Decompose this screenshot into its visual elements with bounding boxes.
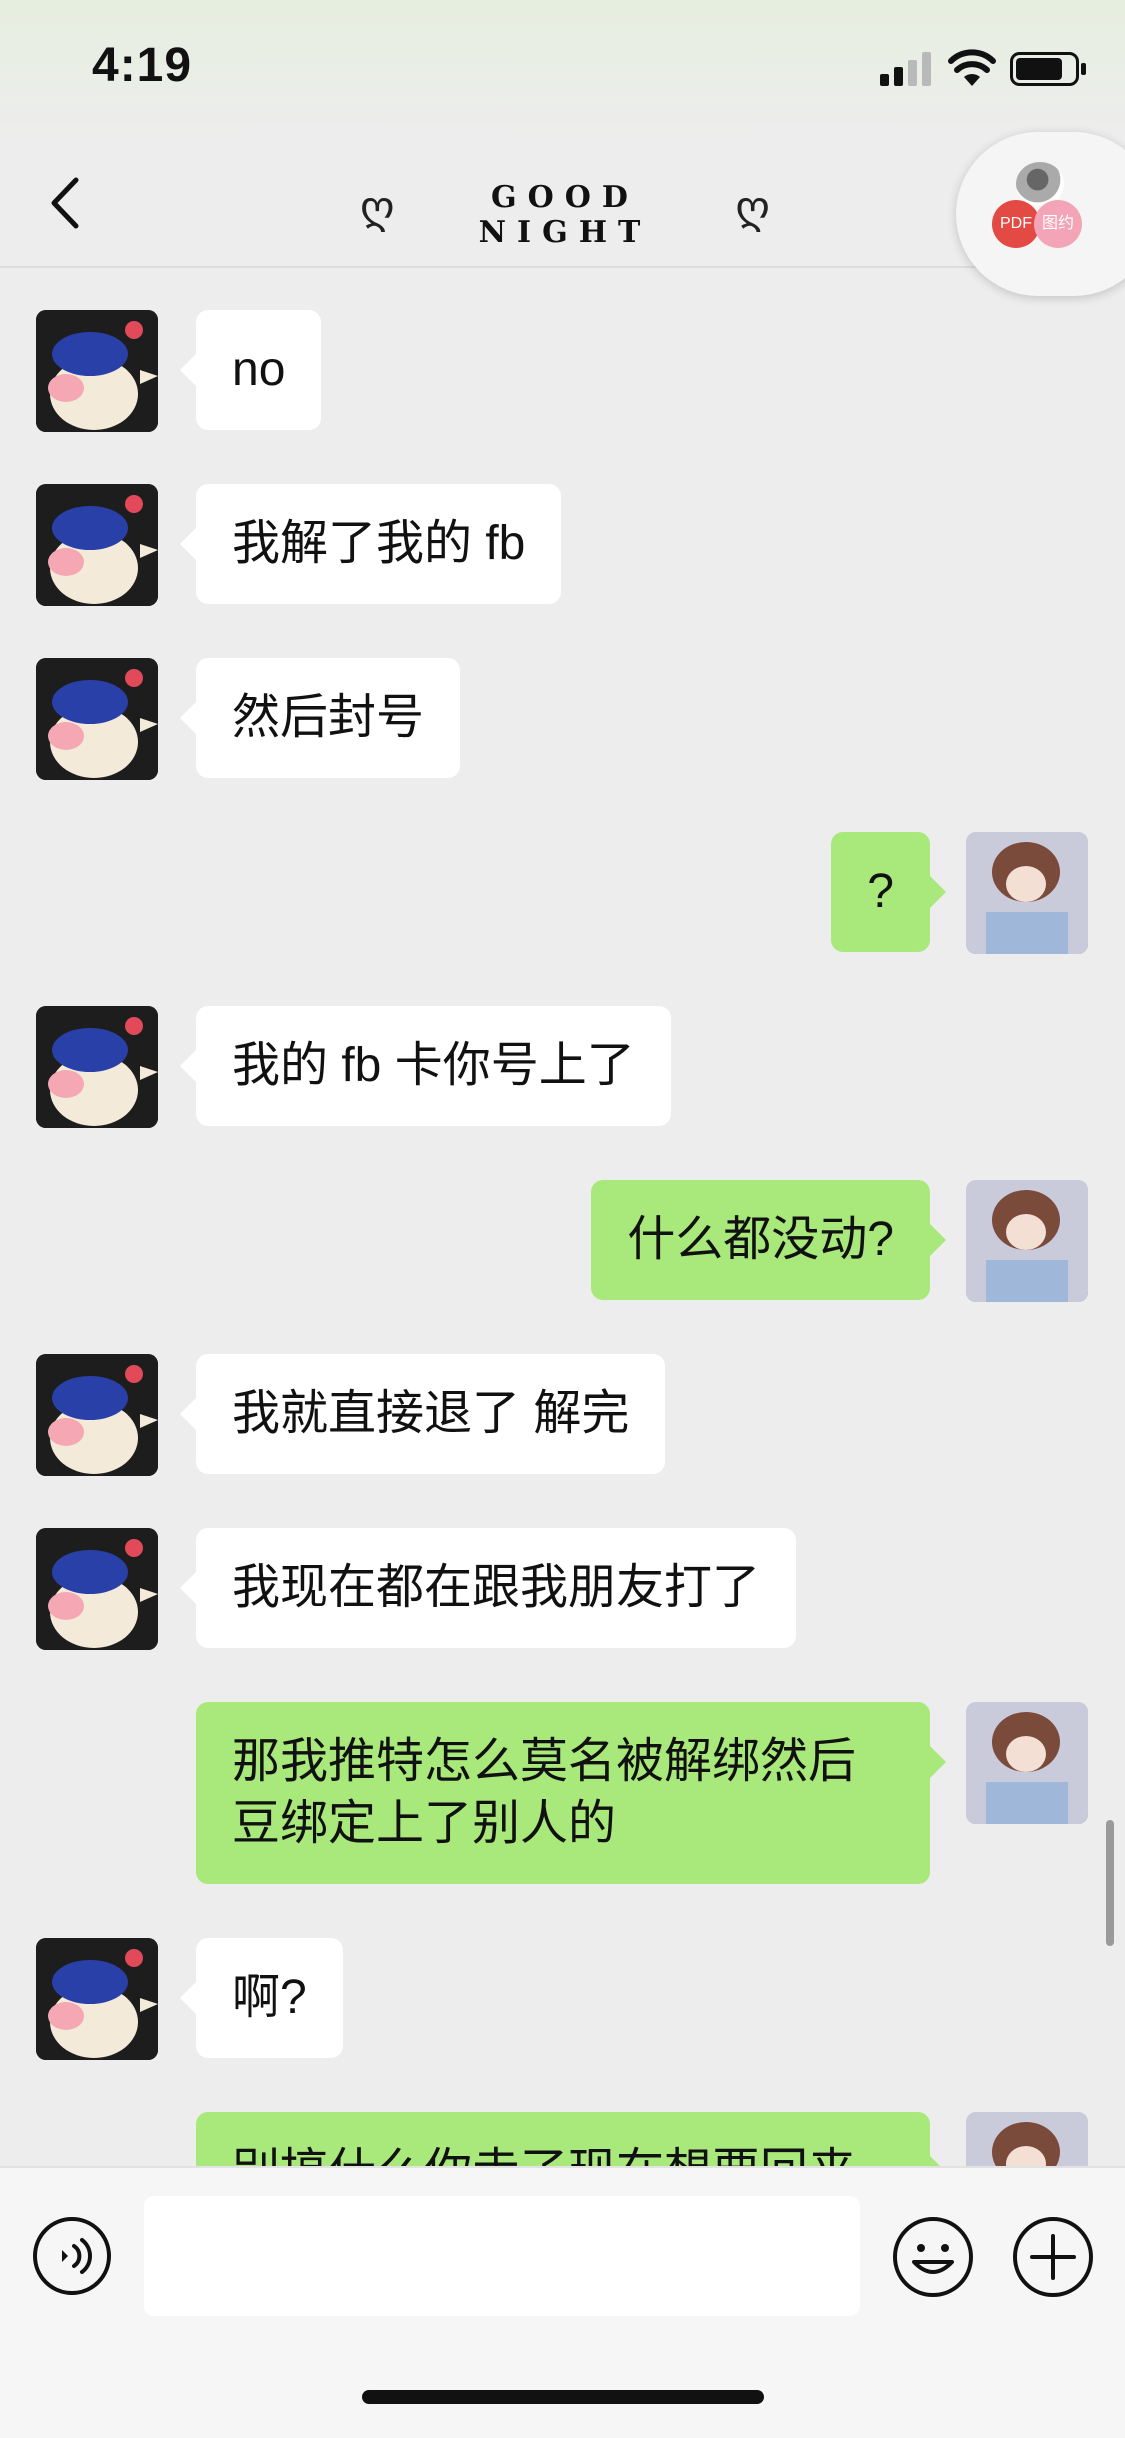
sent-message[interactable]: ? [831, 832, 946, 952]
received-message[interactable]: 我现在都在跟我朋友打了 [179, 1528, 797, 1648]
sent-message[interactable]: 那我推特怎么莫名被解绑然后豆绑定上了别人的 [196, 1702, 946, 1884]
duck-avatar-icon [36, 1938, 158, 2060]
duck-avatar-icon [36, 1006, 158, 1128]
received-message[interactable]: 然后封号 [179, 658, 461, 778]
status-time: 4:19 [92, 39, 193, 92]
my-avatar[interactable] [966, 2112, 1088, 2166]
contact-avatar[interactable] [36, 1528, 158, 1650]
duck-avatar-icon [36, 658, 158, 780]
duck-avatar-icon [36, 484, 158, 606]
contact-avatar[interactable] [36, 484, 158, 606]
emoji-icon[interactable] [892, 2216, 974, 2298]
title-text: GOOD NIGHT [478, 180, 652, 250]
anime-avatar-icon [966, 2112, 1088, 2166]
contact-avatar[interactable] [36, 658, 158, 780]
sent-message[interactable]: 什么都没动? [591, 1180, 946, 1300]
chevron-left-icon[interactable] [42, 168, 88, 238]
duck-avatar-icon [36, 1354, 158, 1476]
plus-icon[interactable] [1012, 2216, 1094, 2298]
title-decoration-right: ღ [735, 183, 770, 232]
contact-avatar[interactable] [36, 1938, 158, 2060]
received-message[interactable]: 我就直接退了 解完 [179, 1354, 666, 1474]
chat-title: ღ GOOD NIGHT ღ [360, 170, 770, 250]
received-message[interactable]: 我的 fb 卡你号上了 [180, 1006, 671, 1126]
received-message[interactable]: 啊? [180, 1938, 343, 2058]
duck-avatar-icon [36, 1528, 158, 1650]
pdf-badge: PDF [992, 200, 1040, 248]
scrollbar[interactable] [1106, 1820, 1114, 1946]
voice-icon[interactable] [32, 2216, 112, 2296]
anime-avatar-icon [966, 1180, 1088, 1302]
duck-avatar-icon [36, 310, 158, 432]
battery-icon [1010, 52, 1086, 86]
anime-avatar-icon [966, 832, 1088, 954]
message-list[interactable]: no 我解了我的 fb 然后封号 ? 我的 fb 卡你号上了 什么都没动? 我就… [0, 268, 1125, 2166]
received-message[interactable]: no [179, 310, 322, 430]
contact-avatar[interactable] [36, 310, 158, 432]
my-avatar[interactable] [966, 1180, 1088, 1302]
home-indicator[interactable] [362, 2390, 764, 2404]
contact-avatar[interactable] [36, 1006, 158, 1128]
title-decoration-left: ღ [360, 183, 395, 232]
signal-icon [880, 52, 931, 86]
status-bar: 4:19 [0, 0, 1125, 140]
sent-message[interactable]: 别搞什么你走了现在想要回来 [196, 2112, 946, 2166]
anime-avatar-icon [966, 1702, 1088, 1824]
my-avatar[interactable] [966, 1702, 1088, 1824]
wifi-icon [948, 49, 996, 86]
image-badge: 图约 [1034, 200, 1082, 248]
contact-avatar[interactable] [36, 1354, 158, 1476]
my-avatar[interactable] [966, 832, 1088, 954]
message-input[interactable] [144, 2196, 860, 2316]
received-message[interactable]: 我解了我的 fb [179, 484, 562, 604]
